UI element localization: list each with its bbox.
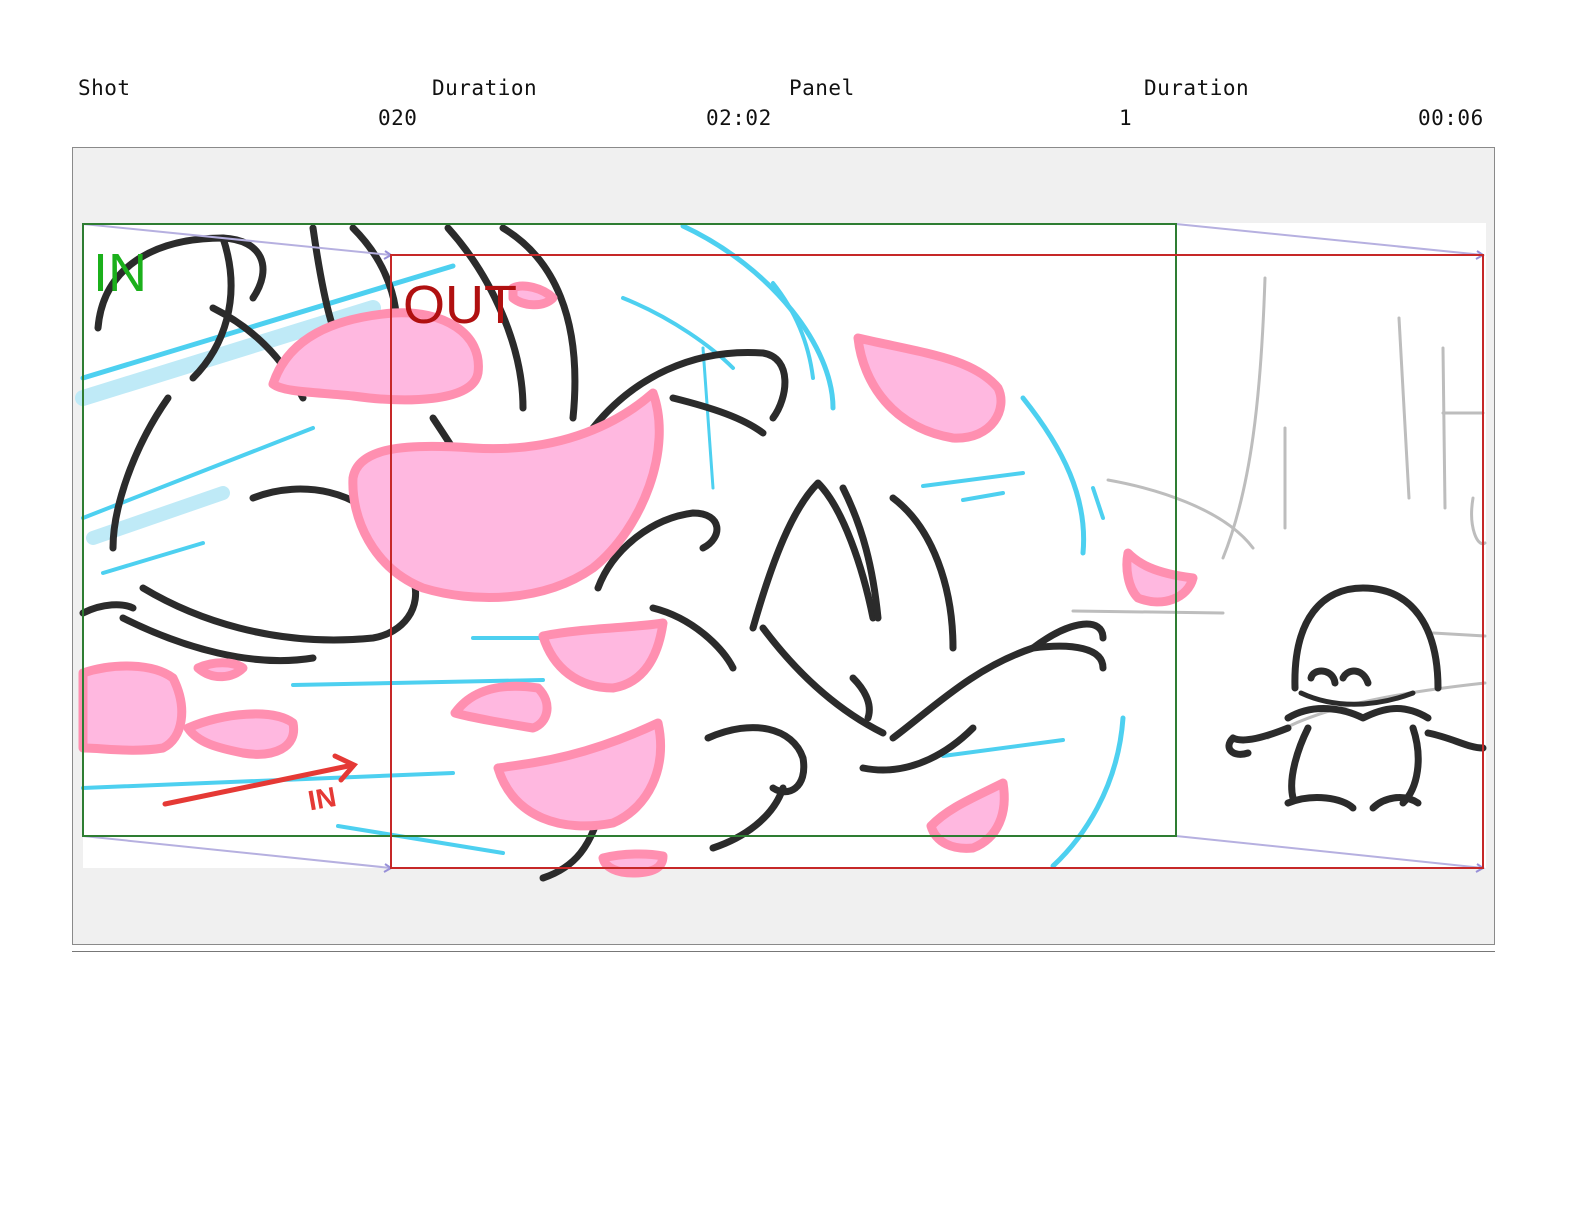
- shot-number: 020: [378, 106, 418, 130]
- drawing-canvas: [83, 223, 1486, 868]
- panel-duration-value: 00:06: [1418, 106, 1484, 130]
- camera-out-label: OUT: [403, 275, 517, 335]
- shot-duration-label: Duration: [432, 76, 538, 100]
- storyboard-panel: IN OUT IN: [72, 147, 1495, 945]
- shot-duration-value: 02:02: [706, 106, 772, 130]
- panel-divider: [72, 951, 1495, 952]
- panel-label: Panel: [789, 76, 855, 100]
- panel-artwork: IN OUT IN: [75, 223, 1487, 882]
- handwritten-in-note: IN: [306, 781, 339, 816]
- panel-duration-label: Duration: [1144, 76, 1250, 100]
- shot-label: Shot: [78, 76, 131, 100]
- panel-number: 1: [1119, 106, 1133, 130]
- camera-in-label: IN: [93, 243, 147, 303]
